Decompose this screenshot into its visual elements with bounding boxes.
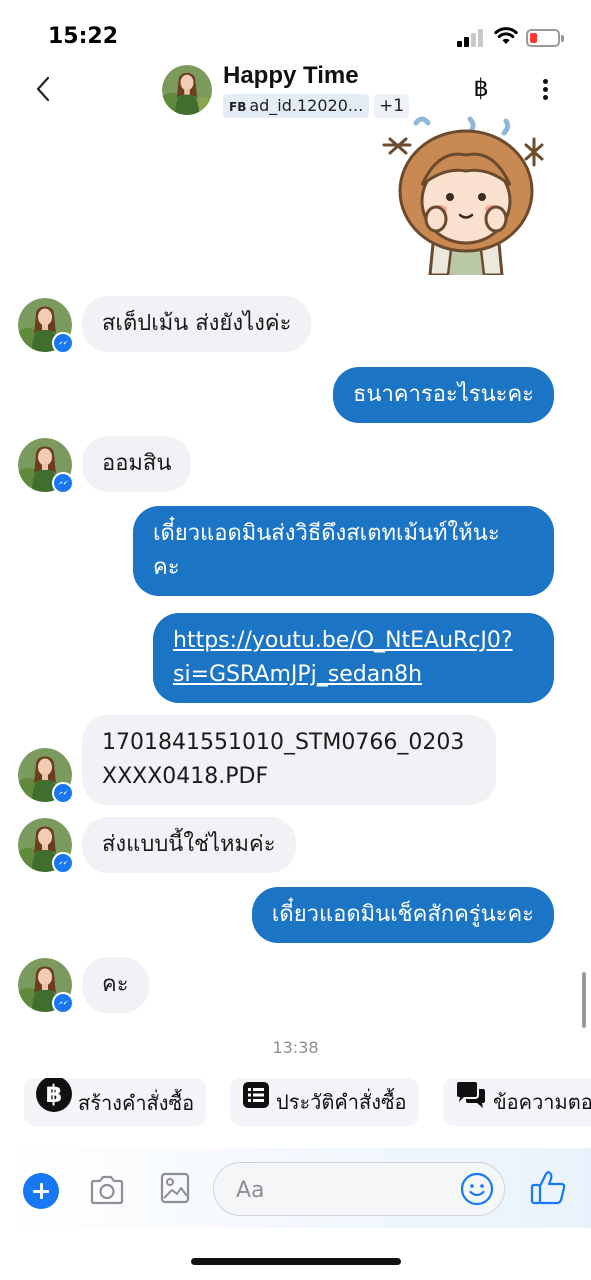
facebook-badge: FB xyxy=(229,100,247,114)
file-name-line: 1701841551010_STM0766_0203 xyxy=(102,730,465,755)
contact-avatar[interactable] xyxy=(162,65,212,115)
outgoing-message[interactable]: เดี๋ยวแอดมินเช็คสักครู่นะคะ xyxy=(251,887,554,943)
saved-replies-label: ข้อความตอ xyxy=(493,1090,591,1114)
message-input[interactable] xyxy=(236,1173,456,1207)
quick-actions-bar: ฿ สร้างคำสั่งซื้อ ประวัติคำสั่งซื้อ ข้อค… xyxy=(0,1078,591,1128)
contact-avatar-small[interactable] xyxy=(18,438,74,494)
more-options-icon[interactable] xyxy=(534,76,556,104)
contact-name[interactable]: Happy Time xyxy=(223,62,359,90)
messenger-badge-icon xyxy=(52,992,74,1014)
contact-avatar-small[interactable] xyxy=(18,748,74,804)
youtube-link[interactable]: https://youtu.be/O_NtEAuRcJ0? si=GSRAmJP… xyxy=(173,628,513,687)
message-composer xyxy=(0,1148,591,1228)
thumbs-up-icon[interactable] xyxy=(530,1170,568,1206)
camera-icon[interactable] xyxy=(89,1175,125,1205)
chat-bubbles-icon xyxy=(455,1078,487,1126)
cellular-signal-icon xyxy=(457,29,485,47)
scrollbar[interactable] xyxy=(582,972,586,1028)
message-line: คะ xyxy=(153,555,180,580)
back-chevron-icon[interactable] xyxy=(30,74,58,104)
battery-icon xyxy=(526,29,564,47)
outgoing-message[interactable]: ธนาคารอะไรนะคะ xyxy=(332,367,554,423)
contact-avatar-small[interactable] xyxy=(18,818,74,874)
home-indicator[interactable] xyxy=(191,1258,401,1265)
incoming-file-message[interactable]: 1701841551010_STM0766_0203 XXXX0418.PDF xyxy=(82,715,496,805)
create-order-button[interactable]: ฿ สร้างคำสั่งซื้อ xyxy=(24,1078,207,1128)
link-line: si=GSRAmJPj_sedan8h xyxy=(173,662,423,687)
baht-payment-icon[interactable]: ฿ xyxy=(468,74,494,102)
outgoing-link-message[interactable]: https://youtu.be/O_NtEAuRcJ0? si=GSRAmJP… xyxy=(153,613,554,703)
contact-avatar-small[interactable] xyxy=(18,298,74,354)
message-line: เดี๋ยวแอดมินส่งวิธีดึงสเตทเม้นท์ให้นะ xyxy=(153,521,500,546)
order-history-label: ประวัติคำสั่งซื้อ xyxy=(276,1090,407,1114)
messenger-badge-icon xyxy=(52,332,74,354)
emoji-icon[interactable] xyxy=(460,1172,494,1206)
gallery-icon[interactable] xyxy=(160,1172,190,1204)
baht-circle-icon: ฿ xyxy=(36,1078,72,1128)
order-history-button[interactable]: ประวัติคำสั่งซื้อ xyxy=(230,1078,419,1126)
message-input-wrapper xyxy=(213,1162,505,1216)
outgoing-message[interactable]: เดี๋ยวแอดมินส่งวิธีดึงสเตทเม้นท์ให้นะ คะ xyxy=(133,506,554,596)
messenger-badge-icon xyxy=(52,782,74,804)
ad-id-text: ad_id.12020... xyxy=(249,96,364,115)
messenger-badge-icon xyxy=(52,852,74,874)
create-order-label: สร้างคำสั่งซื้อ xyxy=(78,1091,195,1115)
contact-avatar-small[interactable] xyxy=(18,958,74,1014)
sticker-girl-image[interactable] xyxy=(378,115,554,275)
incoming-message[interactable]: สเต็ปเม้น ส่งยังไงค่ะ xyxy=(82,296,312,352)
message-timestamp: 13:38 xyxy=(272,1038,319,1057)
messenger-badge-icon xyxy=(52,472,74,494)
status-bar: 15:22 xyxy=(0,0,591,60)
saved-replies-button[interactable]: ข้อความตอ xyxy=(443,1078,591,1126)
ad-id-chip[interactable]: FB ad_id.12020... xyxy=(223,94,370,118)
file-name-line: XXXX0418.PDF xyxy=(102,764,269,789)
svg-text:฿: ฿ xyxy=(46,1080,63,1108)
link-line: https://youtu.be/O_NtEAuRcJ0? xyxy=(173,628,513,653)
incoming-message[interactable]: คะ xyxy=(82,957,149,1013)
status-time: 15:22 xyxy=(48,24,119,49)
incoming-message[interactable]: ส่งแบบนี้ใช่ไหมค่ะ xyxy=(82,817,296,873)
order-list-icon xyxy=(242,1078,270,1126)
wifi-icon xyxy=(494,27,518,44)
plus-icon[interactable] xyxy=(23,1173,59,1209)
incoming-message[interactable]: ออมสิน xyxy=(82,436,192,492)
